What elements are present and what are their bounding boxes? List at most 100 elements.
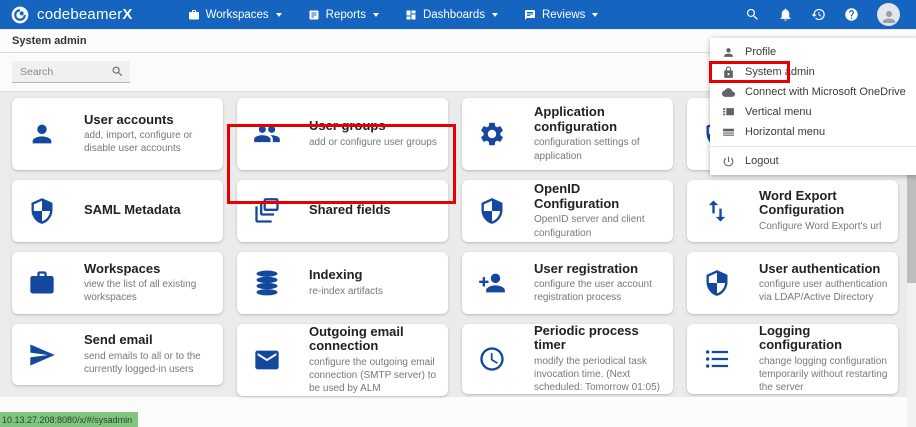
card-description: modify the periodical task invocation ti…: [534, 355, 665, 395]
card-description: send emails to all or to the currently l…: [84, 350, 215, 376]
codebeamer-logo-icon: [10, 5, 30, 25]
clock-icon: [462, 345, 522, 373]
card-workspaces[interactable]: Workspacesview the list of all existing …: [12, 252, 223, 314]
card-user-authentication[interactable]: User authenticationconfigure user authen…: [687, 252, 898, 314]
search-box: [12, 61, 130, 83]
report-icon: [308, 9, 320, 21]
card-application-configuration[interactable]: Application configurationconfiguration s…: [462, 98, 673, 170]
app-header: codebeamerX Workspaces Reports Dashboard…: [0, 0, 916, 29]
card-logging-configuration[interactable]: Logging configurationchange logging conf…: [687, 324, 898, 394]
card-openid-configuration[interactable]: OpenID ConfigurationOpenID server and cl…: [462, 180, 673, 242]
card-title: User accounts: [84, 113, 215, 128]
search-icon[interactable]: [745, 7, 760, 22]
card-title: Send email: [84, 333, 215, 348]
card-saml-metadata[interactable]: SAML Metadata: [12, 180, 223, 242]
person-icon: [722, 46, 735, 59]
card-user-registration[interactable]: User registrationconfigure the user acco…: [462, 252, 673, 314]
envelope-icon: [237, 346, 297, 374]
status-bar-url: 10.13.27.208:8080/x/#/sysadmin: [0, 412, 138, 427]
dashboard-icon: [405, 9, 417, 21]
send-icon: [12, 341, 72, 369]
list-icon: [687, 345, 747, 373]
card-description: configuration settings of application: [534, 136, 665, 162]
menu-item-label: Horizontal menu: [745, 126, 825, 138]
card-word-export-configuration[interactable]: Word Export Configuration Configure Word …: [687, 180, 898, 242]
card-title: Logging configuration: [759, 324, 890, 353]
card-indexing[interactable]: Indexing re-index artifacts: [237, 252, 448, 314]
card-description: re-index artifacts: [309, 285, 440, 298]
card-periodic-process-timer[interactable]: Periodic process timermodify the periodi…: [462, 324, 673, 394]
menu-item-label: Connect with Microsoft OneDrive: [745, 86, 906, 98]
lock-icon: [722, 66, 735, 79]
person-add-icon: [462, 269, 522, 297]
page-title: System admin: [12, 35, 87, 47]
gear-icon: [462, 120, 522, 148]
help-icon[interactable]: [844, 7, 859, 22]
menu-item-label: System admin: [745, 66, 815, 78]
app-logo[interactable]: codebeamerX: [10, 5, 133, 25]
card-outgoing-email-connection[interactable]: Outgoing email connectionconfigure the o…: [237, 324, 448, 396]
vertical-scrollbar-thumb[interactable]: [907, 173, 916, 283]
app-title: codebeamerX: [37, 6, 133, 23]
card-title: Application configuration: [534, 105, 665, 134]
menu-item-label: Profile: [745, 46, 776, 58]
database-icon: [237, 269, 297, 297]
card-title: Workspaces: [84, 262, 215, 277]
shield-icon: [687, 269, 747, 297]
card-description: add or configure user groups: [309, 136, 440, 149]
layers-icon: [237, 197, 297, 225]
power-icon: [722, 155, 735, 168]
card-description: add, import, configure or disable user a…: [84, 129, 215, 155]
card-send-email[interactable]: Send email send emails to all or to the c…: [12, 324, 223, 385]
main-nav: Workspaces Reports Dashboards Reviews: [175, 0, 612, 29]
import-export-icon: [687, 197, 747, 225]
menu-item-vertical-menu[interactable]: Vertical menu: [710, 102, 916, 122]
menu-item-horizontal-menu[interactable]: Horizontal menu: [710, 122, 916, 142]
review-icon: [524, 9, 536, 21]
menu-item-logout[interactable]: Logout: [710, 151, 916, 171]
vertical-menu-icon: [722, 106, 735, 119]
notifications-bell-icon[interactable]: [778, 7, 793, 22]
user-group-icon: [237, 120, 297, 148]
card-description: view the list of all existing workspaces: [84, 278, 215, 304]
briefcase-icon: [188, 9, 200, 21]
history-icon[interactable]: [811, 7, 826, 22]
card-title: Indexing: [309, 268, 440, 283]
card-shared-fields[interactable]: Shared fields: [237, 180, 448, 242]
nav-reviews[interactable]: Reviews: [511, 0, 611, 29]
system-admin-page: codebeamerX Workspaces Reports Dashboard…: [0, 0, 916, 427]
card-description: configure user authentication via LDAP/A…: [759, 278, 890, 304]
user-dropdown-menu: Profile System admin Connect with Micros…: [710, 38, 916, 175]
card-title: Word Export Configuration: [759, 189, 890, 218]
card-title: Outgoing email connection: [309, 325, 440, 354]
card-title: User registration: [534, 262, 665, 277]
shield-icon: [12, 197, 72, 225]
card-description: configure the user account registration …: [534, 278, 665, 304]
card-title: User groups: [309, 119, 440, 134]
menu-item-profile[interactable]: Profile: [710, 42, 916, 62]
card-description: Configure Word Export's url: [759, 220, 890, 233]
nav-label: Reports: [326, 9, 366, 21]
user-avatar[interactable]: [877, 3, 900, 26]
menu-item-connect-onedrive[interactable]: Connect with Microsoft OneDrive: [710, 82, 916, 102]
card-description: change logging configuration temporarily…: [759, 355, 890, 395]
user-icon: [12, 120, 72, 148]
search-icon[interactable]: [111, 65, 124, 78]
card-user-accounts[interactable]: User accountsadd, import, configure or d…: [12, 98, 223, 170]
card-user-groups[interactable]: User groups add or configure user groups: [237, 98, 448, 170]
card-title: OpenID Configuration: [534, 182, 665, 211]
card-title: Periodic process timer: [534, 324, 665, 353]
header-actions: [745, 3, 906, 26]
nav-workspaces[interactable]: Workspaces: [175, 0, 295, 29]
nav-dashboards[interactable]: Dashboards: [392, 0, 511, 29]
nav-reports[interactable]: Reports: [295, 0, 392, 29]
chevron-down-icon: [276, 13, 282, 17]
shield-icon: [462, 197, 522, 225]
menu-item-system-admin[interactable]: System admin: [710, 62, 916, 82]
cloud-icon: [722, 86, 735, 99]
chevron-down-icon: [492, 13, 498, 17]
person-icon: [880, 8, 898, 26]
nav-label: Dashboards: [423, 9, 485, 21]
menu-item-label: Logout: [745, 155, 779, 167]
chevron-down-icon: [373, 13, 379, 17]
